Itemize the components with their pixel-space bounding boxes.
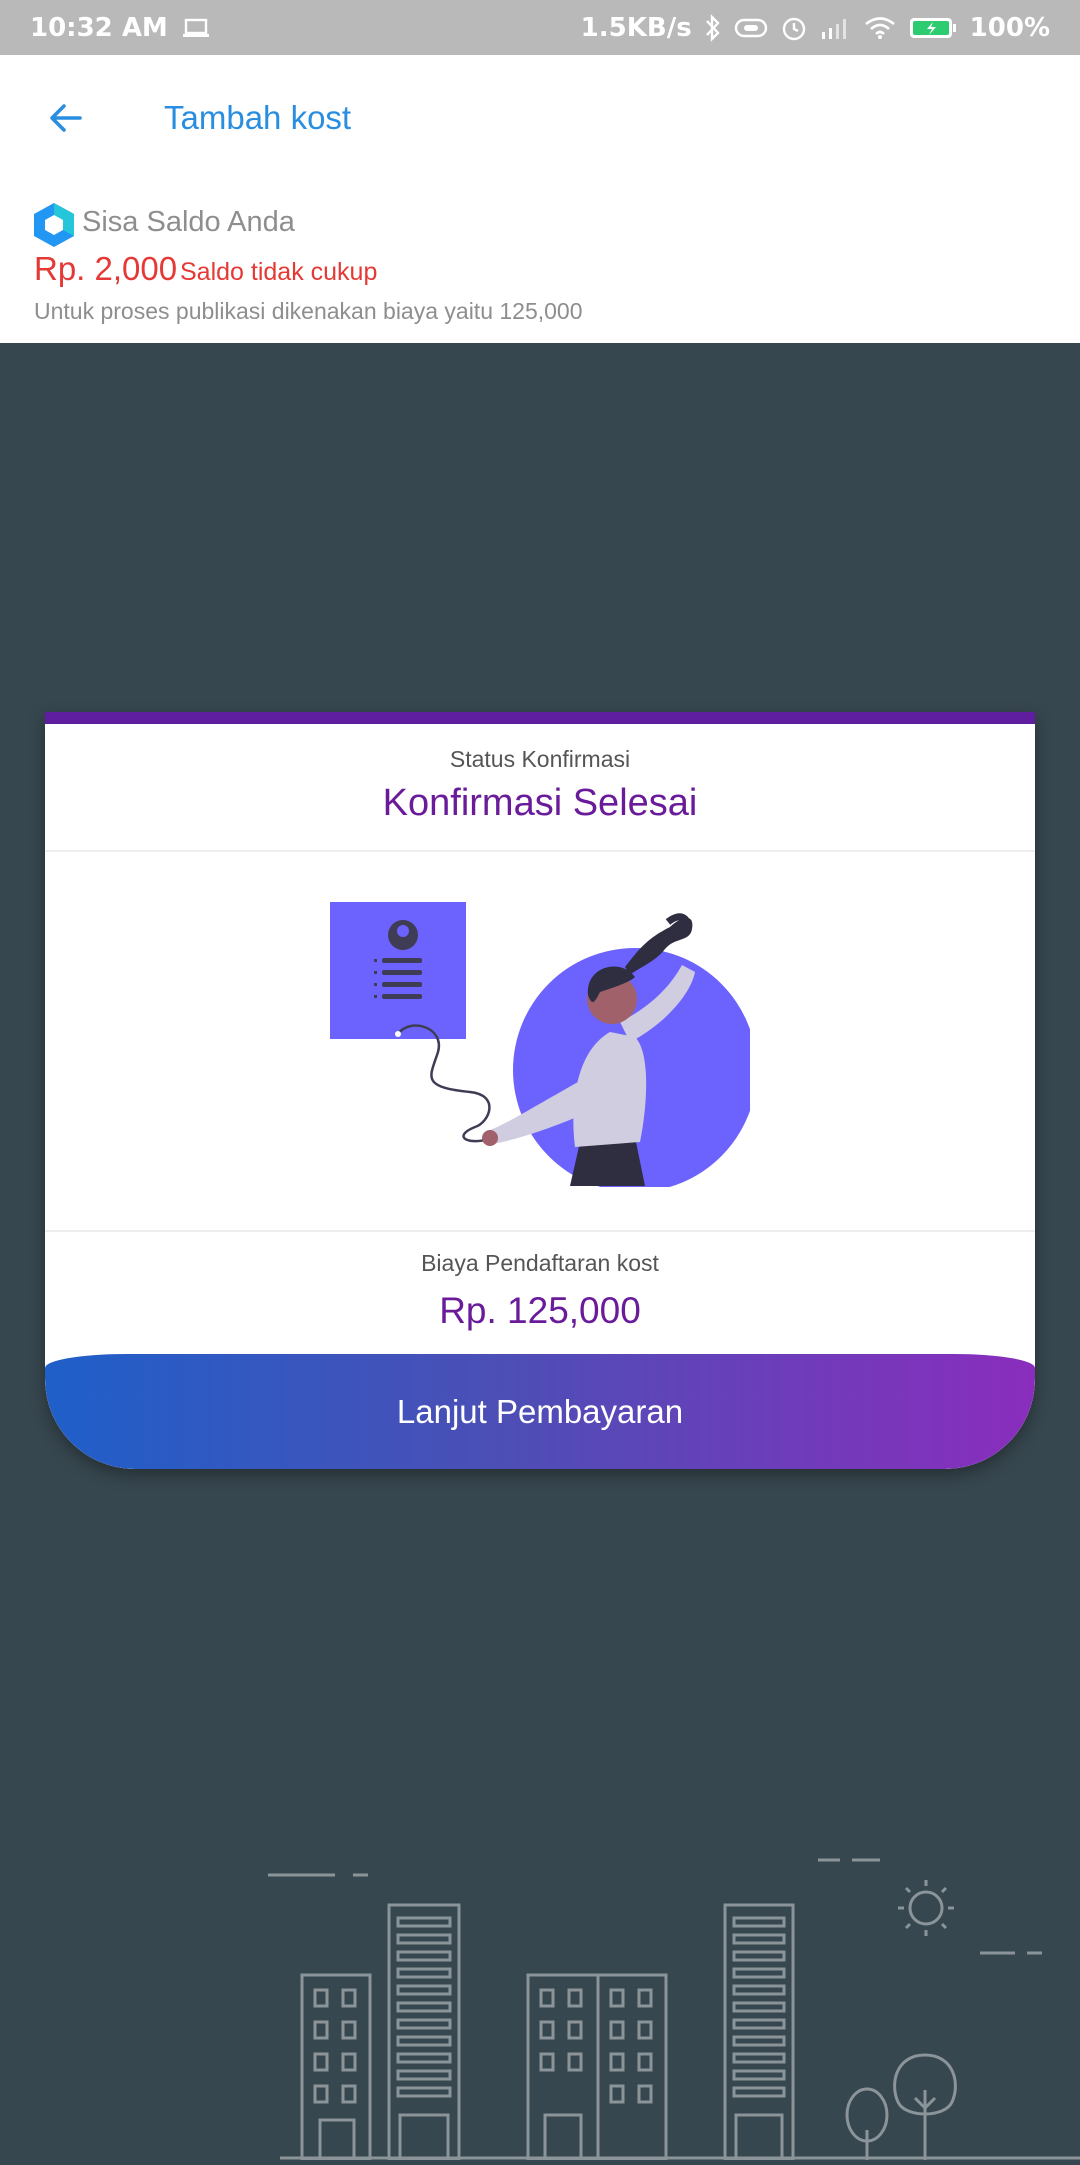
status-value: Konfirmasi Selesai <box>382 782 698 824</box>
city-skyline-illustration <box>0 1840 1080 2162</box>
battery-icon <box>908 15 958 41</box>
continue-payment-button[interactable]: Lanjut Pembayaran <box>45 1354 1035 1469</box>
divider <box>45 850 1035 852</box>
signal-icon <box>820 16 852 40</box>
fee-value: Rp. 125,000 <box>439 1290 641 1331</box>
back-button[interactable] <box>40 95 90 145</box>
balance-section: Sisa Saldo Anda Rp. 2,000 Saldo tidak cu… <box>0 180 1080 343</box>
wallet-logo-icon <box>33 202 75 248</box>
status-bar: 10:32 AM 1.5KB/s 100% <box>0 0 1080 55</box>
status-time: 10:32 AM <box>30 12 168 43</box>
app-bar: Tambah kost <box>0 55 1080 180</box>
publication-fee-note: Untuk proses publikasi dikenakan biaya y… <box>34 298 583 324</box>
balance-amount: Rp. 2,000 <box>34 250 178 287</box>
bluetooth-icon <box>704 13 722 42</box>
status-label: Status Konfirmasi <box>449 746 631 772</box>
balance-warning: Saldo tidak cukup <box>180 258 378 286</box>
battery-percent: 100% <box>969 12 1050 43</box>
balance-label: Sisa Saldo Anda <box>82 206 295 238</box>
laptop-icon <box>182 18 210 38</box>
page-title: Tambah kost <box>164 99 352 136</box>
network-speed: 1.5KB/s <box>580 12 692 43</box>
arrow-left-icon <box>48 103 82 138</box>
alarm-icon <box>780 14 808 42</box>
confirmation-illustration <box>330 887 757 1192</box>
fee-label: Biaya Pendaftaran kost <box>421 1250 659 1276</box>
card-accent-bar <box>45 712 1035 724</box>
wifi-icon <box>864 16 896 40</box>
divider <box>45 1230 1035 1232</box>
nfc-icon <box>734 17 768 39</box>
confirmation-card: Status Konfirmasi Konfirmasi Selesai Bia… <box>45 712 1035 1469</box>
